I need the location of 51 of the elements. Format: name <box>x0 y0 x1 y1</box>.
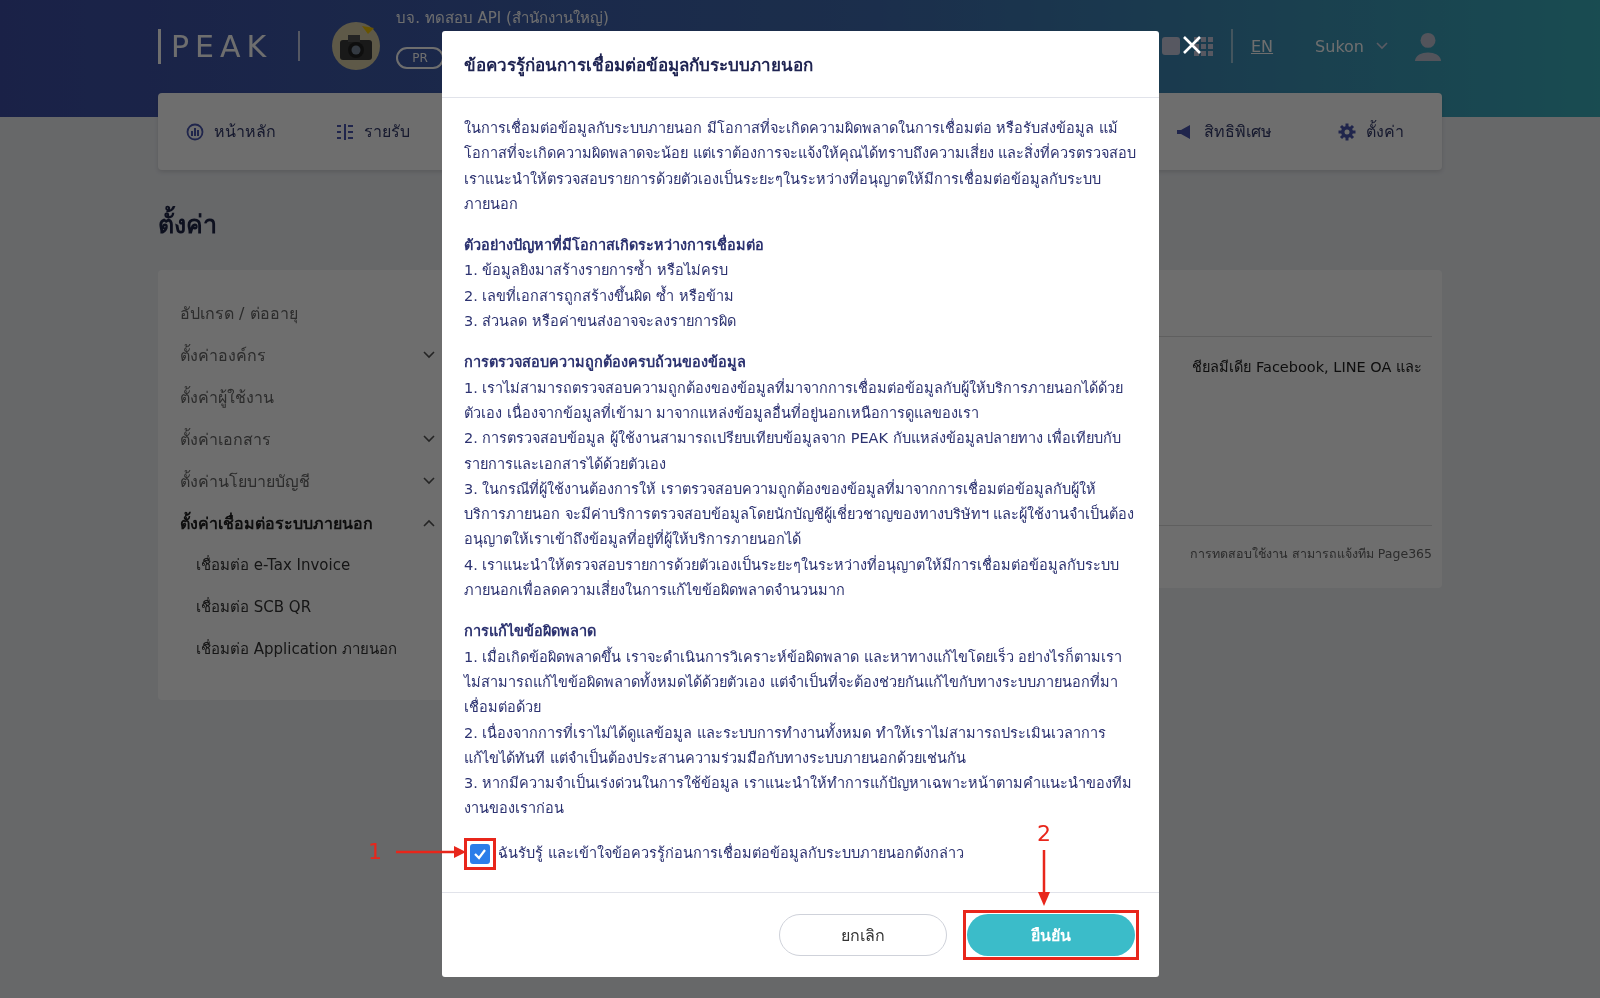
consent-label: ฉันรับรู้ และเข้าใจข้อควรรู้ก่อนการเชื่อมต่อข้อมูลกับระบบภายนอกดังกล่าว <box>498 842 964 864</box>
user-menu[interactable]: Sukon <box>1315 36 1364 56</box>
menu-item[interactable]: สิทธิพิเศษ <box>1176 119 1272 144</box>
list-item: 4. เราแนะนำให้ตรวจสอบรายการด้วยตัวเองเป็นระยะๆในระหว่างที่อนุญาตให้มีการเชื่อมต่อข้อมูลกับระบบภายนอกเพื่อลดความเสี่ยงในการแก้ไขข้อผิดพลาดจำนวนมาก <box>464 554 1121 601</box>
list-item: 1. เราไม่สามารถตรวจสอบความถูกต้องของข้อมูลที่มาจากการเชื่อมต่อข้อมูลกับผู้ให้บริการภายนอกได้ด้วยตัวเอง เนื่องจากข้อมูลที่เข้ามา มาจากแหล่งข้อมูลอื่นที่อยู่นอกเหนือการดูแลของเรา <box>464 377 1125 424</box>
annotation-number: 2 <box>1037 822 1051 846</box>
list-item: 3. ส่วนลด หรือค่าขนส่งอาจจะลงรายการผิด <box>464 312 738 332</box>
language-link[interactable]: EN <box>1251 36 1274 56</box>
sidebar-subitem[interactable]: เชื่อมต่อ Application ภายนอก <box>158 628 445 670</box>
sidebar-subitem[interactable]: เชื่อมต่อ SCB QR <box>158 586 445 628</box>
chevron-icon <box>423 351 435 359</box>
list-item: 2. เลขที่เอกสารถูกสร้างขึ้นผิด ซ้ำ หรือข้าม <box>464 284 735 307</box>
list-item: 3. หากมีความจำเป็นเร่งด่วนในการใช้ข้อมูล เราแนะนำให้ทำการแก้ปัญหาเฉพาะหน้าตามคำแนะนำของทีมงานของเราก่อน <box>464 772 1134 819</box>
sidebar-item[interactable]: ตั้งค่าเชื่อมต่อระบบภายนอก <box>158 502 445 544</box>
chevron-icon <box>423 519 435 527</box>
list-item: 3. ในกรณีที่ผู้ใช้งานต้องการให้ เราตรวจสอบความถูกต้องของข้อมูลที่มาจากการเชื่อมต่อข้อมูลกับผู้ให้บริการภายนอก จะมีค่าบริการตรวจสอบข้อมูลโดยนักบัญชีผู้เชี่ยวชาญของทางบริษัทฯ และผู้ใช้งานจำเป็นต้องอนุญาตให้เราเข้าถึงข้อมูลที่อยู่ที่ผู้ให้บริการภายนอกได้ <box>464 478 1136 550</box>
sidebar-item[interactable]: ตั้งค่าผู้ใช้งาน <box>158 376 445 418</box>
dashboard-icon <box>186 122 204 141</box>
settings-icon <box>1338 122 1356 141</box>
dialog-title: ข้อควรรู้ก่อนการเชื่อมต่อข้อมูลกับระบบภายนอก <box>464 52 813 78</box>
annotation-arrow <box>1038 850 1050 906</box>
sidebar-item[interactable]: ตั้งค่านโยบายบัญชี <box>158 460 445 502</box>
company-name[interactable]: บจ. ทดสอบ API (สำนักงานใหญ่) <box>396 9 609 27</box>
sidebar-subitem[interactable]: เชื่อมต่อ e-Tax Invoice <box>158 544 445 586</box>
section-heading: การตรวจสอบความถูกต้องครบถ้วนของข้อมูล <box>464 353 747 373</box>
page-title: ตั้งค่า <box>158 204 217 244</box>
sidebar-item[interactable]: ตั้งค่าเอกสาร <box>158 418 445 460</box>
chevron-icon <box>423 477 435 485</box>
cancel-button[interactable]: ยกเลิก <box>779 914 947 956</box>
section-heading: การแก้ไขข้อผิดพลาด <box>464 622 597 642</box>
chevron-down-icon <box>1376 42 1388 50</box>
logo[interactable]: PEAK <box>158 28 283 64</box>
chevron-icon <box>423 435 435 443</box>
list-item: 2. เนื่องจากการที่เราไม่ได้ดูแลข้อมูล และระบบการทำงานทั้งหมด ทำให้เราไม่สามารถประเมินเวลาการแก้ไขได้ทันที แต่จำเป็นต้องประสานความร่วมมือกับทางระบบภายนอกด้วยเช่นกัน <box>464 721 1107 768</box>
apps-grid-icon[interactable] <box>1193 36 1213 56</box>
list-icon <box>336 122 354 141</box>
section-heading: ตัวอย่างปัญหาที่มีโอกาสเกิดระหว่างการเชื่อมต่อ <box>464 233 1137 259</box>
sidebar-item[interactable]: ตั้งค่าองค์กร <box>158 334 445 376</box>
list-item: 1. เมื่อเกิดข้อผิดพลาดขึ้น เราจะดำเนินการวิเคราะห์ข้อผิดพลาด และหาทางแก้ไขโดยเร็ว อย่างไรก็ตามเราไม่สามารถแก้ไขข้อผิดพลาดทั้งหมดได้ด้วยตัวเอง แต่จำเป็นที่จะต้องช่วยกันแก้ไขกับทางระบบภายนอกที่มาเชื่อมต่อด้วย <box>464 645 1124 718</box>
confirm-button[interactable]: ยืนยัน <box>967 914 1135 956</box>
intro-paragraph: ในการเชื่อมต่อข้อมูลกับระบบภายนอก มีโอกาสที่จะเกิดความผิดพลาดในการเชื่อมต่อ หรือรับส่งข้อมูล แม้โอกาสที่จะเกิดความผิดพลาดจะน้อย แต่เราต้องการจะแจ้งให้คุณได้ทราบถึงความเสี่ยง และสิ่งที่ควรตรวจสอบ เราแนะนำให้ตรวจสอบรายการด้วยตัวเองเป็นระยะๆในระหว่างที่อนุญาตให้มีการเชื่อมต่อข้อมูลกับระบบภายนอก <box>464 117 1137 214</box>
description-text: การทดสอบใช้งาน สามารถแจ้งทีม Page365 <box>1189 545 1432 563</box>
description-text: ชียลมีเดีย Facebook, LINE OA และ <box>1192 358 1422 377</box>
menu-item[interactable]: ตั้งค่า <box>1338 119 1404 144</box>
sidebar-item[interactable]: อัปเกรด / ต่ออายุ <box>158 292 445 334</box>
menu-item[interactable]: หน้าหลัก <box>186 119 276 144</box>
consent-checkbox[interactable] <box>470 843 490 864</box>
list-item: 2. การตรวจสอบข้อมูล ผู้ใช้งานสามารถเปรียบเทียบข้อมูลจาก PEAK กับแหล่งข้อมูลปลายทาง เพื่อเทียบกับรายการและเอกสารได้ด้วยตัวเอง <box>464 427 1123 474</box>
annotation-number: 1 <box>368 839 382 864</box>
menu-item[interactable]: รายรับ <box>336 119 410 144</box>
list-item: 1. ข้อมูลยิงมาสร้างรายการซ้ำ หรือไม่ครบ <box>464 258 1137 284</box>
